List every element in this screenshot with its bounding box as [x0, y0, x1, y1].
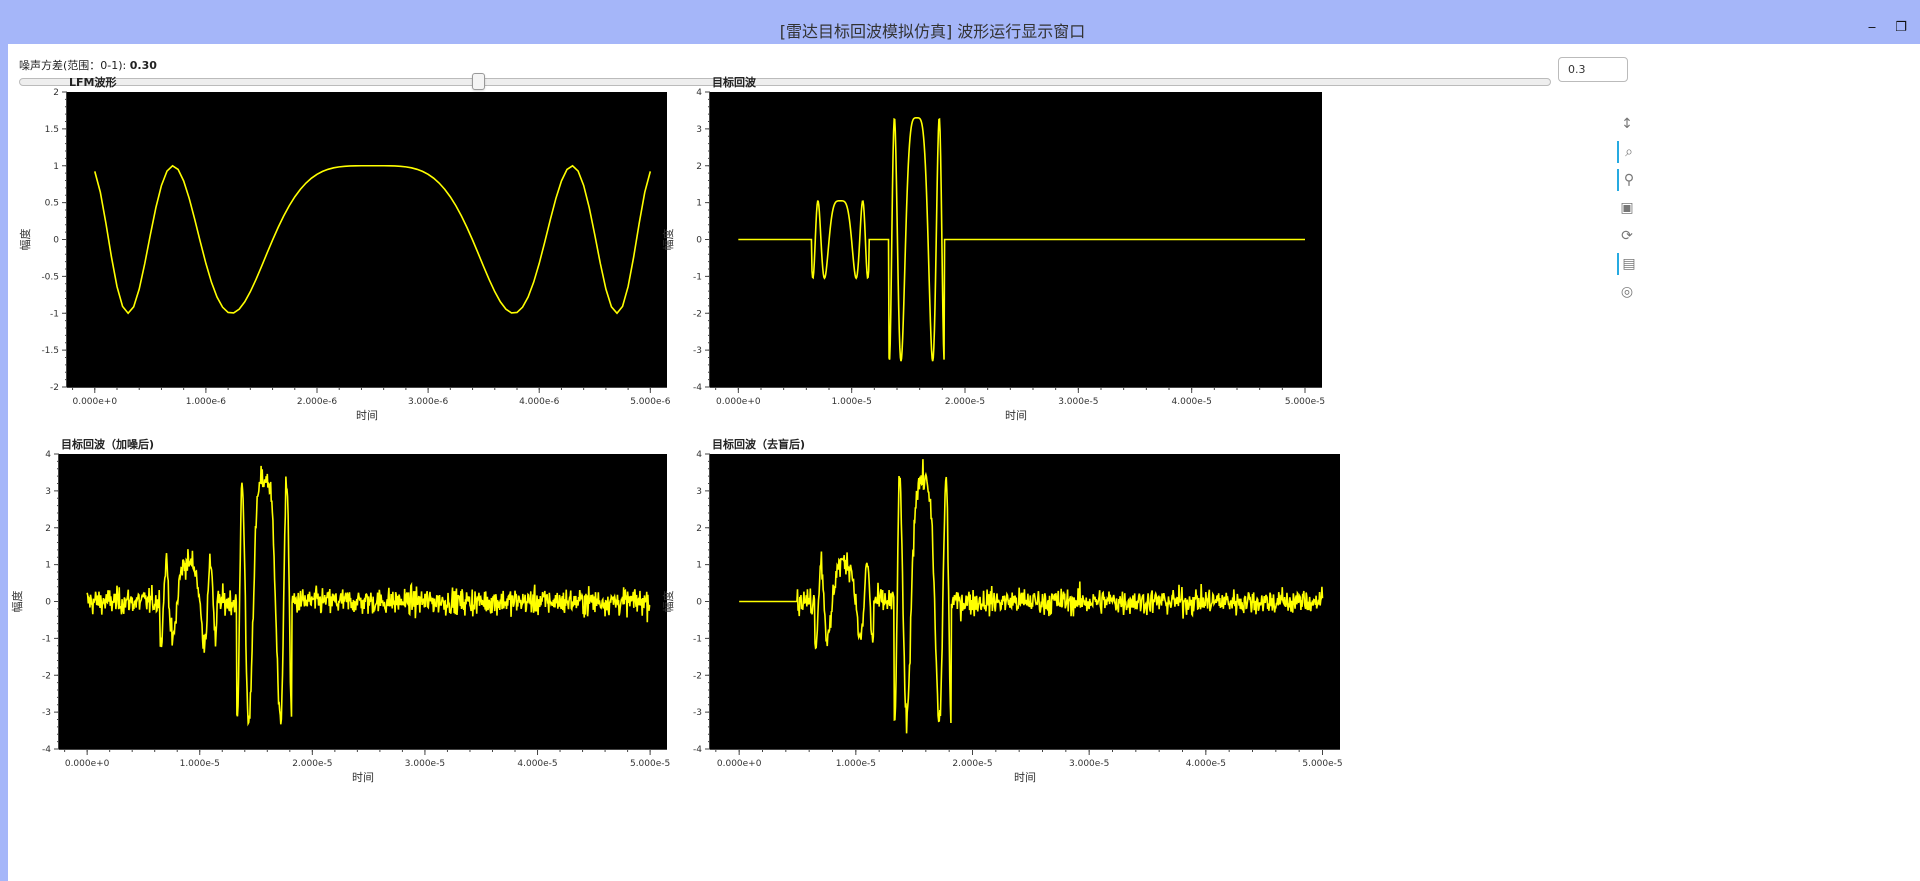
x-tick-label: 4.000e-5 [1186, 759, 1226, 769]
x-tick-label: 1.000e-5 [832, 397, 872, 407]
y-tick-label: 0 [696, 598, 702, 608]
y-axis-label: 幅度 [661, 591, 675, 613]
y-axis-label: 幅度 [661, 229, 675, 251]
y-tick-label: -4 [42, 745, 51, 755]
minimize-icon[interactable]: ‒ [1864, 20, 1880, 36]
hover-icon[interactable]: ▤ [1617, 253, 1639, 275]
x-tick-label: 5.000e-5 [1302, 759, 1342, 769]
plot-background[interactable] [67, 92, 667, 387]
x-tick-label: 0.000e+0 [717, 759, 762, 769]
reset-icon[interactable]: ⟳ [1617, 225, 1637, 247]
box-zoom-icon[interactable]: ⌕ [1617, 141, 1639, 163]
x-tick-label: 3.000e-5 [405, 759, 445, 769]
y-tick-label: -1 [50, 309, 59, 319]
y-tick-label: 4 [696, 88, 702, 98]
y-tick-label: 0 [45, 598, 51, 608]
y-axis-label: 幅度 [18, 229, 32, 251]
chart-title: 目标回波（去盲后) [712, 437, 805, 451]
x-tick-label: 2.000e-5 [292, 759, 332, 769]
x-tick-label: 2.000e-5 [945, 397, 985, 407]
chart-title: 目标回波（加噪后) [61, 437, 154, 451]
x-tick-label: 4.000e-5 [517, 759, 557, 769]
y-tick-label: 3 [696, 487, 702, 497]
x-tick-label: 4.000e-5 [1172, 397, 1212, 407]
x-tick-label: 1.000e-5 [836, 759, 876, 769]
y-tick-label: 1.5 [45, 125, 59, 135]
x-tick-label: 5.000e-5 [630, 759, 670, 769]
y-tick-label: -2 [693, 671, 702, 681]
chart-2: 目标回波 4 3 2 1 0 -1 -2 -3 -4 0.000e+0 1.000e-5 2.000e-… [661, 75, 1325, 422]
chart-1: LFM波形 2 1.5 1 0.5 0 -0.5 -1 -1.5 -2 0.000e+0 1.000e… [18, 75, 671, 422]
x-tick-label: 2.000e-5 [952, 759, 992, 769]
x-tick-label: 1.000e-5 [180, 759, 220, 769]
y-tick-label: 4 [696, 450, 702, 460]
window-title: [雷达目标回波模拟仿真] 波形运行显示窗口 [779, 22, 1086, 41]
y-tick-label: 0.5 [45, 199, 59, 209]
x-axis-label: 时间 [1014, 771, 1036, 784]
plots-area: LFM波形 2 1.5 1 0.5 0 -0.5 -1 -1.5 -2 0.000e+0 1.000e… [10, 75, 1343, 784]
x-axis-label: 时间 [352, 771, 374, 784]
y-tick-label: 2 [696, 162, 702, 172]
wheel-zoom-icon[interactable]: ⚲ [1617, 169, 1639, 191]
x-tick-label: 5.000e-6 [630, 397, 671, 407]
y-tick-label: -2 [50, 383, 59, 393]
x-tick-label: 0.000e+0 [716, 397, 761, 407]
y-tick-label: -2 [693, 309, 702, 319]
y-tick-label: 1 [45, 561, 51, 571]
x-tick-label: 2.000e-6 [297, 397, 338, 407]
y-tick-label: 3 [45, 487, 51, 497]
x-tick-label: 5.000e-5 [1285, 397, 1325, 407]
title-bar: [雷达目标回波模拟仿真] 波形运行显示窗口 ‒ ❐ [0, 0, 1920, 44]
app-content: 噪声方差(范围：0-1): 0.30 0.3 LFM波形 2 1.5 1 0.5 0 -0.… [8, 44, 1920, 881]
y-tick-label: -1 [693, 634, 702, 644]
y-tick-label: 3 [696, 125, 702, 135]
y-tick-label: -2 [42, 671, 51, 681]
y-tick-label: 1 [53, 162, 59, 172]
y-tick-label: -4 [693, 383, 702, 393]
x-tick-label: 0.000e+0 [65, 759, 110, 769]
x-tick-label: 3.000e-6 [408, 397, 449, 407]
x-tick-label: 3.000e-5 [1069, 759, 1109, 769]
y-tick-label: -1 [42, 634, 51, 644]
y-axis-label: 幅度 [10, 591, 24, 613]
maximize-icon[interactable]: ❐ [1893, 20, 1909, 36]
x-tick-label: 1.000e-6 [186, 397, 227, 407]
save-icon[interactable]: ▣ [1617, 197, 1637, 219]
x-axis-label: 时间 [1005, 409, 1027, 422]
y-tick-label: -1 [693, 272, 702, 282]
x-tick-label: 4.000e-6 [519, 397, 560, 407]
pan-vertical-icon[interactable]: ↕ [1617, 113, 1637, 135]
chart-title: LFM波形 [69, 75, 116, 89]
y-tick-label: 2 [53, 88, 59, 98]
x-tick-label: 3.000e-5 [1058, 397, 1098, 407]
y-tick-label: 2 [45, 524, 51, 534]
y-tick-label: 4 [45, 450, 51, 460]
y-tick-label: -3 [42, 708, 51, 718]
y-tick-label: -3 [693, 708, 702, 718]
y-tick-label: 0 [53, 236, 59, 246]
chart-3: 目标回波（加噪后) 4 3 2 1 0 -1 -2 -3 -4 0.000e+0 1.000e-5 2.… [10, 437, 670, 784]
x-tick-label: 0.000e+0 [72, 397, 117, 407]
y-tick-label: 0 [696, 236, 702, 246]
y-tick-label: -4 [693, 745, 702, 755]
chart-4: 目标回波（去盲后) 4 3 2 1 0 -1 -2 -3 -4 0.000e+0 1.000e-5 2.… [661, 437, 1343, 784]
chart-title: 目标回波 [712, 75, 757, 89]
y-tick-label: 1 [696, 199, 702, 209]
y-tick-label: -3 [693, 346, 702, 356]
y-tick-label: -0.5 [41, 272, 59, 282]
help-icon[interactable]: ◎ [1617, 281, 1637, 303]
y-tick-label: 2 [696, 524, 702, 534]
y-tick-label: 1 [696, 561, 702, 571]
y-tick-label: -1.5 [41, 346, 59, 356]
x-axis-label: 时间 [356, 409, 378, 422]
